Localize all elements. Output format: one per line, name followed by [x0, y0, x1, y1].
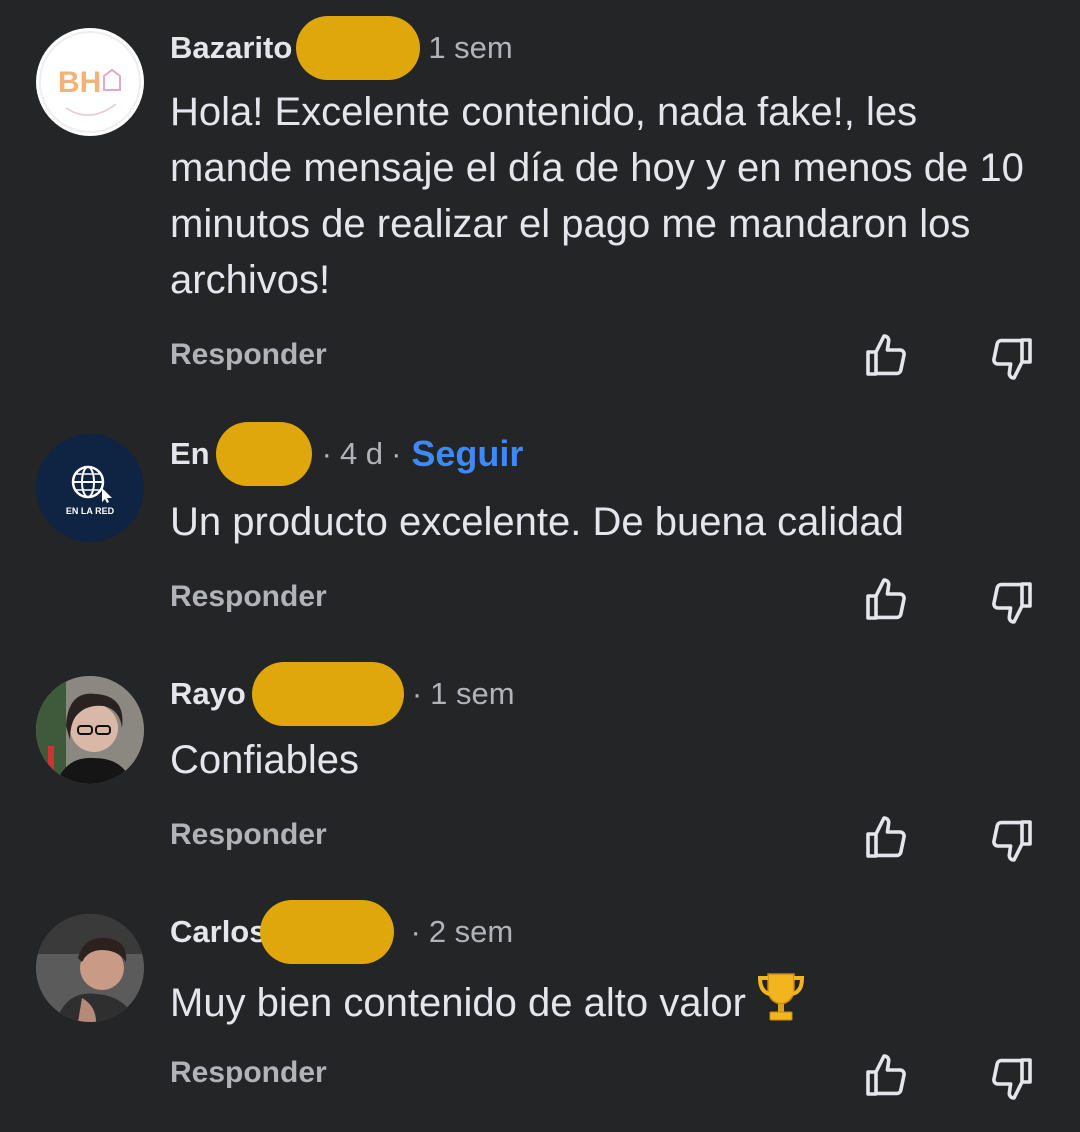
- comment-text-content: Muy bien contenido de alto valor: [170, 981, 746, 1025]
- avatar-carlos[interactable]: [36, 914, 144, 1022]
- comment-4: Carlos · 2 sem Muy bien contenido de alt…: [0, 0, 1080, 1132]
- separator: ·: [410, 914, 421, 949]
- trophy-icon: [757, 973, 804, 1021]
- profile-photo: [36, 914, 144, 1022]
- comment-author[interactable]: Carlos: [170, 914, 266, 950]
- comment-4-header: Carlos · 2 sem: [170, 900, 513, 964]
- reply-button[interactable]: Responder: [170, 1056, 327, 1090]
- redacted-name: [260, 900, 395, 964]
- like-icon[interactable]: [862, 1052, 910, 1100]
- dislike-icon[interactable]: [988, 1054, 1036, 1102]
- comment-time[interactable]: 2 sem: [429, 914, 513, 950]
- comment-text: Muy bien contenido de alto valor: [170, 970, 1030, 1031]
